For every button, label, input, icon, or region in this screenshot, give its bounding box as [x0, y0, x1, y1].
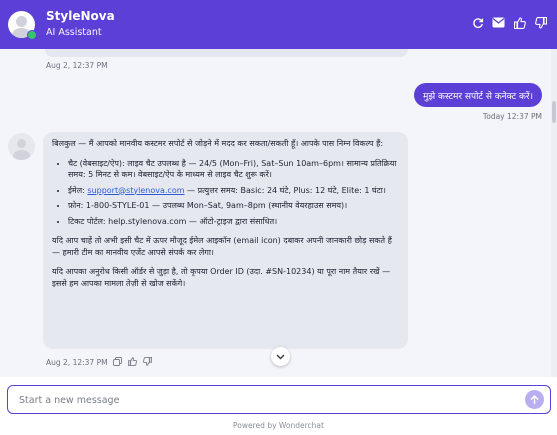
list-item: टिकट पोर्टल: help.stylenova.com — ऑटो-ट्… — [68, 216, 398, 228]
assistant-subtitle: AI Assistant — [46, 27, 102, 38]
chat-header: StyleNova AI Assistant — [0, 0, 557, 49]
user-message-text: मुझे कस्टमर सपोर्ट से कनेक्ट करें। — [422, 91, 533, 102]
user-message-time: Today 12:37 PM — [482, 112, 542, 121]
bot-message-actions — [113, 357, 152, 366]
list-item: चैट (वेबसाइट/ऐप): लाइव चैट उपलब्ध है — 2… — [68, 158, 398, 181]
thumbs-up-icon[interactable] — [513, 16, 526, 29]
chevron-down-icon — [276, 354, 285, 359]
bot-intro-text: बिलकुल — मैं आपको मानवीय कस्टमर सपोर्ट स… — [52, 139, 384, 148]
list-item: फ़ोन: 1-800-STYLE-01 — उपलब्ध Mon–Sat, 9… — [68, 200, 398, 212]
brand-name: StyleNova — [46, 9, 115, 23]
header-actions — [471, 16, 547, 29]
user-message-bubble: मुझे कस्टमर सपोर्ट से कनेक्ट करें। — [413, 83, 542, 107]
support-options-list: चैट (वेबसाइट/ऐप): लाइव चैट उपलब्ध है — 2… — [52, 158, 398, 228]
message-input-box — [7, 385, 551, 414]
chat-option-text: चैट (वेबसाइट/ऐप): लाइव चैट उपलब्ध है — 2… — [68, 158, 397, 180]
powered-by-footer[interactable]: Powered by Wonderchat — [0, 421, 557, 430]
email-option-prefix: ईमेल: — [68, 185, 88, 195]
bot-message-time: Aug 2, 12:37 PM — [46, 358, 108, 367]
thumbs-down-icon[interactable] — [534, 16, 547, 29]
thumbs-down-icon[interactable] — [143, 357, 152, 366]
email-option-suffix: — प्रत्युत्तर समय: Basic: 24 घंटे, Plus:… — [184, 185, 386, 195]
refresh-icon[interactable] — [471, 16, 484, 29]
phone-option-text: फ़ोन: 1-800-STYLE-01 — उपलब्ध Mon–Sat, 9… — [68, 201, 348, 210]
assistant-avatar — [8, 11, 37, 40]
send-button[interactable] — [525, 390, 544, 409]
bot-avatar — [8, 133, 35, 160]
chat-scrollbar[interactable] — [551, 49, 557, 377]
previous-message-time: Aug 2, 12:37 PM — [46, 61, 108, 70]
scroll-to-bottom-button[interactable] — [271, 347, 290, 366]
mail-icon[interactable] — [492, 16, 505, 29]
support-email-link[interactable]: support@stylenova.com — [87, 186, 184, 195]
copy-icon[interactable] — [113, 357, 122, 366]
message-input[interactable] — [17, 391, 501, 410]
arrow-up-icon — [530, 394, 539, 404]
list-item: ईमेल: support@stylenova.com — प्रत्युत्त… — [68, 185, 398, 197]
bot-paragraph-order-id: यदि आपका अनुरोध किसी ऑर्डर से जुड़ा है, … — [52, 267, 391, 288]
bot-message-bubble: बिलकुल — मैं आपको मानवीय कस्टमर सपोर्ट स… — [43, 132, 408, 349]
online-status-dot — [27, 30, 37, 40]
scrollbar-thumb[interactable] — [552, 101, 556, 123]
ticket-option-text: टिकट पोर्टल: help.stylenova.com — ऑटो-ट्… — [68, 216, 278, 226]
previous-message-bubble — [45, 49, 408, 57]
bot-paragraph-email-icon: यदि आप चाहें तो अभी इसी चैट में ऊपर मौजू… — [52, 236, 392, 257]
thumbs-up-icon[interactable] — [128, 357, 137, 366]
